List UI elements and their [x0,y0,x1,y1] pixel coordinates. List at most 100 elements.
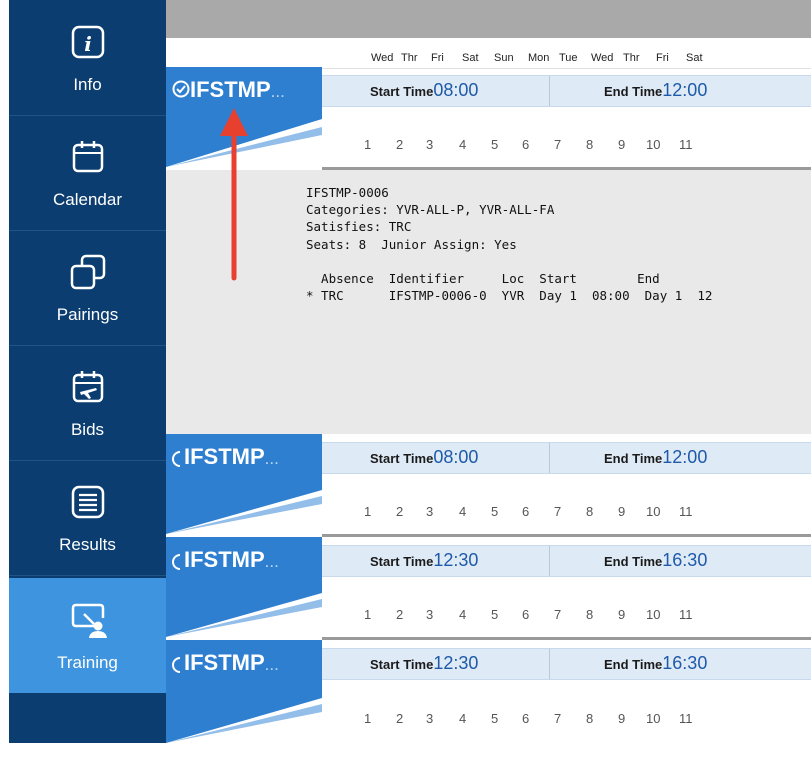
day-number: 1 [364,137,372,152]
day-number: 10 [646,137,661,152]
day-number: 8 [586,607,594,622]
unselected-circle-icon [172,657,181,673]
day-number: 8 [586,504,594,519]
time-bar: Start Time08:00 End Time12:00 [322,442,811,474]
bottom-edge [0,743,811,758]
day-label: Tue [559,52,578,64]
training-title: IFSTMP... [184,444,279,469]
training-title: IFSTMP... [184,547,279,572]
day-label: Fri [431,52,444,64]
day-number-bar: 1 2 3 4 5 6 7 8 9 10 11 [322,595,811,635]
training-detail-text: IFSTMP-0006 Categories: YVR-ALL-P, YVR-A… [306,185,713,304]
day-label: Sat [462,52,479,64]
unselected-circle-icon [172,554,181,570]
day-number: 6 [522,711,530,726]
sidebar-item-label: Training [57,653,118,672]
day-number: 1 [364,607,372,622]
training-tile[interactable]: IFSTMP... [166,434,322,534]
calendar-day-header: Wed Thr Fri Sat Sun Mon Tue Wed Thr Fri … [166,38,811,69]
sidebar-item-bids[interactable]: Bids [9,345,166,461]
training-row[interactable]: IFSTMP... Start Time08:00 End Time12:00 … [166,434,811,537]
training-tile[interactable]: IFSTMP... [166,640,322,743]
sidebar-item-label: Info [73,75,102,94]
sidebar-item-label: Bids [70,420,105,439]
day-number: 1 [364,504,372,519]
training-row[interactable]: IFSTMP... Start Time12:30 End Time16:30 … [166,640,811,743]
day-number: 8 [586,711,594,726]
day-label: Sun [494,52,514,64]
end-time: End Time12:00 [604,447,708,467]
training-presenter-icon [71,603,107,638]
day-number: 5 [491,711,499,726]
day-number: 3 [426,711,434,726]
day-number: 11 [679,137,693,152]
svg-text:i: i [84,32,92,56]
sidebar-item-results[interactable]: Results [9,460,166,576]
day-label: Sat [686,52,703,64]
sidebar-item-label: Calendar [53,190,122,209]
end-time: End Time16:30 [604,550,708,570]
day-number: 11 [679,504,693,519]
time-bar: Start Time08:00 End Time12:00 [322,75,811,107]
day-number: 2 [396,137,404,152]
day-number: 2 [396,711,404,726]
day-number: 9 [618,607,626,622]
sidebar-item-pairings[interactable]: Pairings [9,230,166,346]
day-number: 2 [396,607,404,622]
time-bar: Start Time12:30 End Time16:30 [322,545,811,577]
day-number: 9 [618,504,626,519]
bids-calendar-plane-icon [72,371,104,403]
day-number: 9 [618,137,626,152]
day-number: 4 [459,504,467,519]
day-number: 3 [426,607,434,622]
sidebar-item-calendar[interactable]: Calendar [9,115,166,231]
day-number: 7 [554,137,562,152]
end-time: End Time16:30 [604,653,708,673]
day-number: 10 [646,504,661,519]
day-number-bar: 1 2 3 4 5 6 7 8 9 10 11 [322,698,811,738]
unselected-circle-icon [172,451,181,467]
day-number: 6 [522,137,530,152]
selected-check-icon [172,80,190,98]
sidebar-item-label: Results [59,535,116,554]
day-number: 7 [554,607,562,622]
day-number: 7 [554,711,562,726]
results-list-icon [71,485,105,519]
training-row[interactable]: IFSTMP... Start Time08:00 End Time12:00 … [166,67,811,170]
calendar-icon [72,141,104,173]
day-number: 5 [491,137,499,152]
pairings-icon [70,254,106,290]
day-number: 11 [679,607,693,622]
training-title: IFSTMP... [190,77,285,102]
info-icon: i [71,25,105,59]
start-time: Start Time08:00 [370,80,479,100]
training-row[interactable]: IFSTMP... Start Time12:30 End Time16:30 … [166,537,811,640]
day-number: 3 [426,137,434,152]
training-title: IFSTMP... [184,650,279,675]
annotation-arrow-icon [220,108,248,281]
start-time: Start Time12:30 [370,550,479,570]
sidebar-item-training[interactable]: Training [9,578,166,693]
time-bar: Start Time12:30 End Time16:30 [322,648,811,680]
day-number: 2 [396,504,404,519]
day-number: 6 [522,607,530,622]
end-time: End Time12:00 [604,80,708,100]
training-detail-panel: IFSTMP-0006 Categories: YVR-ALL-P, YVR-A… [166,170,811,434]
day-label: Mon [528,52,550,64]
day-number: 4 [459,137,467,152]
start-time: Start Time12:30 [370,653,479,673]
sidebar: i Info Calendar Pairings Bids Results Tr… [9,0,166,758]
day-number: 5 [491,607,499,622]
day-number: 9 [618,711,626,726]
start-time: Start Time08:00 [370,447,479,467]
training-tile[interactable]: IFSTMP... [166,537,322,637]
day-number: 3 [426,504,434,519]
toolbar-area [166,0,811,38]
day-number: 1 [364,711,372,726]
day-number: 4 [459,711,467,726]
sidebar-item-info[interactable]: i Info [9,0,166,116]
day-label: Fri [656,52,669,64]
day-number: 4 [459,607,467,622]
day-label: Wed [591,52,614,64]
day-number-bar: 1 2 3 4 5 6 7 8 9 10 11 [322,125,811,165]
